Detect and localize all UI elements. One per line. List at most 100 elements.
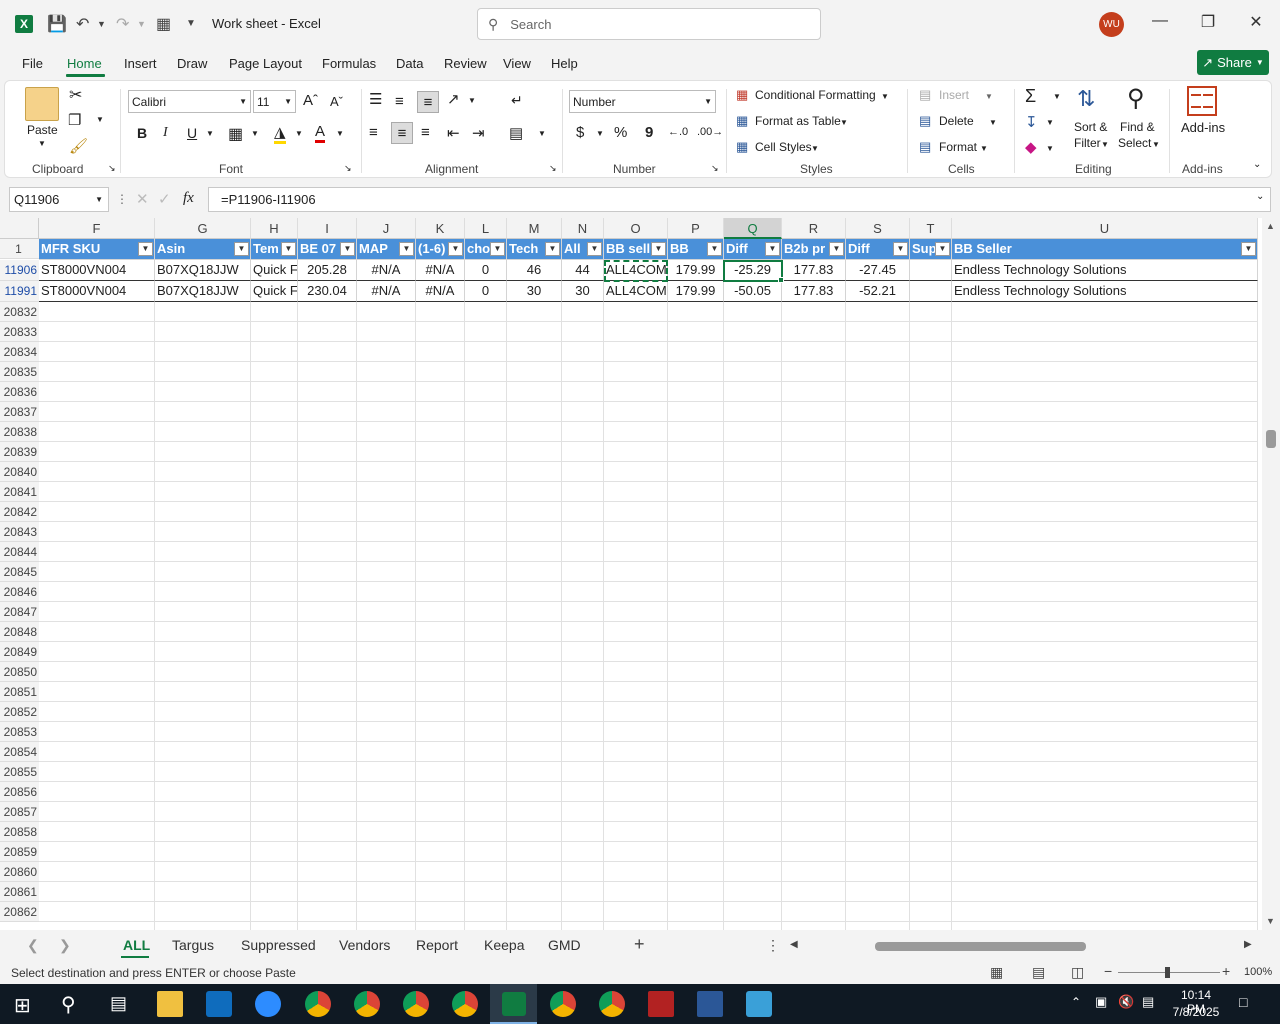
row-header[interactable]: 20855 [0,762,39,782]
table-cell[interactable]: Quick F [251,260,298,281]
cut-icon[interactable]: ✂ [69,85,82,105]
spreadsheet-grid[interactable]: F G H I J K L M N O P Q R S T U 1 MFR SK… [0,218,1262,930]
decrease-decimal-icon[interactable]: .00→ [697,126,723,138]
row-header[interactable]: 20847 [0,602,39,622]
calculator-app-icon[interactable] [697,991,723,1017]
column-header[interactable]: S [846,218,910,239]
delete-cells-button[interactable]: Delete [939,114,974,128]
alignment-launcher-icon[interactable]: ↘ [549,163,557,174]
filter-dropdown-icon[interactable]: ▼ [829,242,844,256]
filter-dropdown-icon[interactable]: ▼ [587,242,602,256]
table-cell[interactable]: 46 [507,260,562,281]
filter-dropdown-icon[interactable]: ▼ [545,242,560,256]
column-header[interactable]: H [251,218,298,239]
table-cell[interactable]: 177.83 [782,281,846,302]
column-header[interactable]: G [155,218,251,239]
row-header[interactable]: 20856 [0,782,39,802]
row-header[interactable]: 20857 [0,802,39,822]
scroll-down-icon[interactable]: ▼ [1266,916,1275,926]
row-header[interactable]: 20832 [0,302,39,322]
insert-cells-button[interactable]: Insert [939,88,969,102]
filter-dropdown-icon[interactable]: ▼ [340,242,355,256]
table-header-cell[interactable]: Diff ▼ [724,239,782,260]
filter-dropdown-icon[interactable]: ▼ [448,242,463,256]
column-header[interactable]: J [357,218,416,239]
row-header[interactable]: 20858 [0,822,39,842]
chevron-down-icon[interactable]: ▼ [1152,140,1160,149]
cancel-icon[interactable]: ✕ [136,190,149,208]
table-cell[interactable]: -50.05 [724,281,782,302]
table-header-cell[interactable]: Diff ▼ [846,239,910,260]
row-header[interactable]: 20841 [0,482,39,502]
table-cell[interactable]: 44 [562,260,604,281]
align-left-icon[interactable]: ≡ [369,124,378,141]
table-cell[interactable]: 177.83 [782,260,846,281]
table-cell[interactable]: ST8000VN004 [39,281,155,302]
sheet-tab-report[interactable]: Report [416,937,458,953]
column-header[interactable]: T [910,218,952,239]
chevron-down-icon[interactable]: ▼ [840,118,848,127]
insert-function-icon[interactable]: fx [183,190,194,207]
tab-home[interactable]: Home [67,56,102,71]
share-button[interactable]: ↗ Share ▼ [1197,50,1269,75]
table-cell[interactable]: -52.21 [846,281,910,302]
underline-button[interactable]: U [187,125,197,141]
chrome-icon[interactable] [354,991,380,1017]
expand-formula-bar-icon[interactable]: ⌄ [1256,191,1264,202]
font-name-select[interactable]: Calibri ▼ [128,90,251,113]
filter-dropdown-icon[interactable]: ▼ [399,242,414,256]
tab-view[interactable]: View [503,56,531,71]
scroll-left-icon[interactable]: ◀ [790,939,798,950]
column-header[interactable]: R [782,218,846,239]
zoom-level[interactable]: 100% [1244,966,1272,978]
format-cells-button[interactable]: Format [939,140,977,154]
table-cell[interactable]: -27.45 [846,260,910,281]
row-header[interactable]: 20833 [0,322,39,342]
underline-dropdown-icon[interactable]: ▼ [206,129,214,138]
table-cell[interactable]: 230.04 [298,281,357,302]
notifications-icon[interactable]: □ [1239,994,1247,1010]
tab-data[interactable]: Data [396,56,423,71]
excel-taskbar-active[interactable] [490,984,537,1024]
number-format-select[interactable]: Number ▼ [569,90,716,113]
table-cell[interactable]: Quick F [251,281,298,302]
column-header-selected[interactable]: Q [724,218,782,239]
enter-icon[interactable]: ✓ [158,190,171,208]
sheet-tab-vendors[interactable]: Vendors [339,937,390,953]
zoom-app-icon[interactable] [255,991,281,1017]
table-cell[interactable]: 0 [465,281,507,302]
find-select-button-line2[interactable]: Select [1118,136,1151,150]
column-header[interactable]: I [298,218,357,239]
table-header-cell[interactable]: B2b pr ▼ [782,239,846,260]
table-header-cell[interactable]: Sup ▼ [910,239,952,260]
table-header-cell[interactable]: cho ▼ [465,239,507,260]
sort-filter-button-line2[interactable]: Filter [1074,136,1101,150]
table-cell[interactable]: 30 [562,281,604,302]
paste-dropdown-icon[interactable]: ▼ [38,139,46,148]
filter-dropdown-icon[interactable]: ▼ [707,242,722,256]
chrome-icon[interactable] [550,991,576,1017]
filter-dropdown-icon[interactable]: ▼ [234,242,249,256]
row-header[interactable]: 20843 [0,522,39,542]
row-header[interactable]: 11991 [0,281,39,302]
sheet-tab-targus[interactable]: Targus [172,937,214,953]
merge-center-icon[interactable]: ▤ [509,124,523,142]
row-header[interactable]: 20851 [0,682,39,702]
volume-muted-icon[interactable]: 🔇 [1118,994,1134,1010]
clipboard-launcher-icon[interactable]: ↘ [108,163,116,174]
clear-icon[interactable]: ◆ [1025,138,1037,156]
table-header-cell[interactable]: BE 07 ▼ [298,239,357,260]
table-cell[interactable]: #N/A [357,260,416,281]
row-header[interactable]: 20842 [0,502,39,522]
align-center-icon[interactable]: ≡ [391,122,413,144]
table-header-cell[interactable]: BB ▼ [668,239,724,260]
row-header[interactable]: 20860 [0,862,39,882]
windows-start-icon[interactable]: ⊞ [14,993,31,1018]
wrap-text-icon[interactable]: ↵ [511,92,523,109]
close-icon[interactable]: ✕ [1244,12,1268,32]
percent-button[interactable]: % [614,124,627,141]
fill-dropdown-icon[interactable]: ▼ [295,129,303,138]
row-header[interactable]: 20834 [0,342,39,362]
chevron-down-icon[interactable]: ▼ [989,118,997,127]
fill-icon[interactable]: ↧ [1025,113,1038,131]
